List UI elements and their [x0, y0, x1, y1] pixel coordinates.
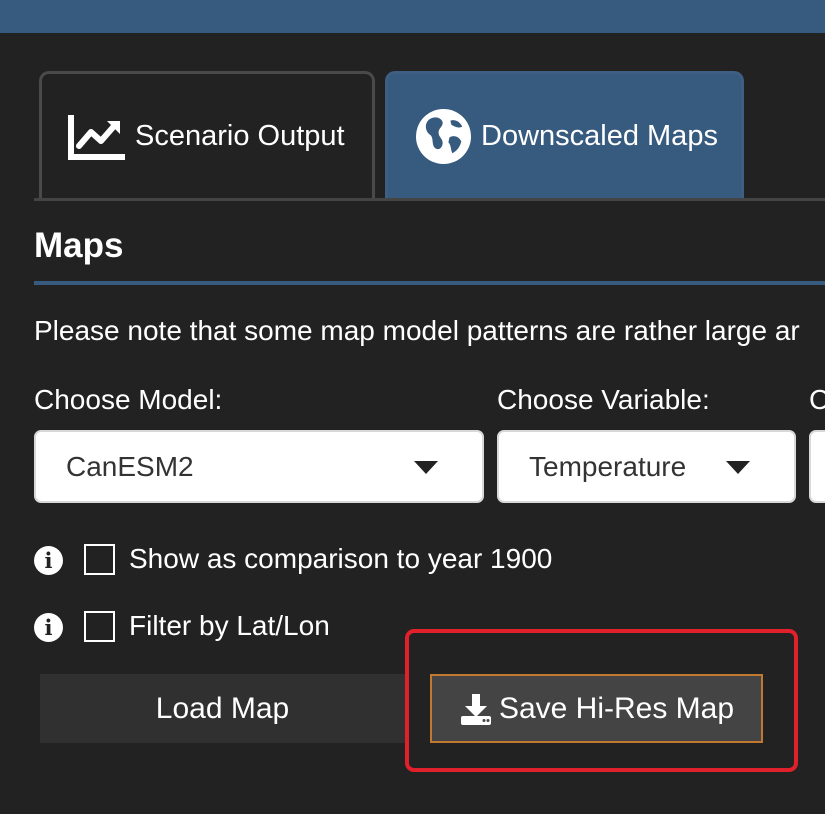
third-field-label: C: [809, 384, 825, 415]
highlight-box: [405, 629, 798, 772]
info-icon[interactable]: i: [34, 546, 63, 575]
load-map-button-label: Load Map: [155, 691, 290, 725]
tab-scenario-output[interactable]: Scenario Output: [39, 71, 375, 199]
tabs-divider: [34, 198, 825, 201]
model-select-value: CanESM2: [66, 450, 194, 482]
tab-scenario-output-label: Scenario Output: [135, 120, 345, 152]
info-note: Please note that some map model patterns…: [34, 315, 800, 346]
globe-icon: [414, 107, 473, 166]
top-navbar: [0, 0, 825, 33]
third-select[interactable]: [809, 430, 825, 503]
variable-select-value: Temperature: [529, 450, 687, 482]
chart-line-icon: [67, 113, 127, 161]
variable-select[interactable]: Temperature: [497, 430, 796, 503]
title-underline: [34, 281, 825, 285]
comparison-checkbox[interactable]: [84, 544, 115, 575]
variable-label: Choose Variable:: [497, 384, 710, 415]
filter-latlon-checkbox[interactable]: [84, 611, 115, 642]
filter-latlon-checkbox-label: Filter by Lat/Lon: [129, 610, 330, 641]
tab-downscaled-maps-label: Downscaled Maps: [481, 120, 718, 152]
chevron-down-icon: [414, 461, 438, 474]
comparison-checkbox-label: Show as comparison to year 1900: [129, 543, 553, 574]
model-select[interactable]: CanESM2: [34, 430, 484, 503]
info-icon[interactable]: i: [34, 613, 63, 642]
load-map-button[interactable]: Load Map: [40, 674, 405, 743]
tab-downscaled-maps[interactable]: Downscaled Maps: [385, 71, 744, 199]
chevron-down-icon: [726, 461, 750, 474]
page-title: Maps: [34, 226, 124, 265]
model-label: Choose Model:: [34, 384, 223, 415]
